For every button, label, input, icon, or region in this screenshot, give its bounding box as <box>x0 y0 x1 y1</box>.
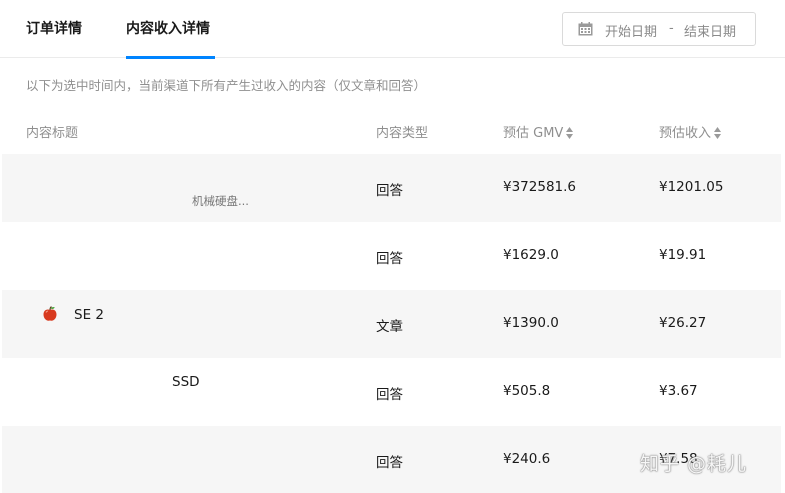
table-description: 以下为选中时间内，当前渠道下所有产生过收入的内容（仅文章和回答） <box>26 78 427 93</box>
sort-icon[interactable] <box>566 126 574 139</box>
tab-order-details[interactable]: 订单详情 <box>26 18 82 38</box>
estimated-income: ¥3.67 <box>659 383 698 399</box>
active-tab-indicator <box>126 56 215 59</box>
content-title[interactable]: 机械硬盘... <box>192 193 249 209</box>
end-date-placeholder[interactable]: 结束日期 <box>684 21 736 40</box>
estimated-gmv: ¥505.8 <box>503 383 551 399</box>
estimated-income: ¥1201.05 <box>659 179 724 195</box>
date-separator: - <box>669 21 674 36</box>
table-row[interactable]: SE 2 文章 ¥1390.0 ¥26.27 <box>2 290 781 358</box>
apple-icon <box>43 306 57 321</box>
zhihu-watermark: 知乎 @耗儿 <box>640 453 748 475</box>
column-header-title: 内容标题 <box>26 126 79 141</box>
content-type: 回答 <box>376 387 403 403</box>
estimated-gmv: ¥240.6 <box>503 451 551 467</box>
estimated-gmv: ¥1629.0 <box>503 247 559 263</box>
content-type: 回答 <box>376 455 403 471</box>
estimated-income: ¥19.91 <box>659 247 707 263</box>
estimated-gmv: ¥1390.0 <box>503 315 559 331</box>
tab-content-income-details[interactable]: 内容收入详情 <box>126 18 210 38</box>
estimated-income: ¥26.27 <box>659 315 707 331</box>
content-income-page: 订单详情 内容收入详情 开始日期 - 结束日期 以下为选中时间内，当前渠道下所有… <box>0 0 785 493</box>
date-range-picker[interactable]: 开始日期 - 结束日期 <box>562 12 756 46</box>
table-row[interactable]: 回答 ¥1629.0 ¥19.91 <box>2 222 781 290</box>
calendar-icon <box>578 22 593 36</box>
start-date-placeholder[interactable]: 开始日期 <box>605 21 657 40</box>
content-type: 回答 <box>376 251 403 267</box>
content-type: 文章 <box>376 319 403 335</box>
column-header-income-label: 预估收入 <box>659 126 712 141</box>
estimated-gmv: ¥372581.6 <box>503 179 577 195</box>
column-header-type: 内容类型 <box>376 126 429 141</box>
column-header-gmv[interactable]: 预估 GMV <box>503 122 574 141</box>
sort-icon[interactable] <box>714 126 722 139</box>
column-header-gmv-label: 预估 GMV <box>503 126 564 141</box>
column-header-income[interactable]: 预估收入 <box>659 122 722 141</box>
table-row[interactable]: SSD 回答 ¥505.8 ¥3.67 <box>2 358 781 426</box>
content-title[interactable]: SSD <box>172 374 200 390</box>
content-title-wrap[interactable]: SE 2 <box>42 306 104 323</box>
content-type: 回答 <box>376 183 403 199</box>
content-title[interactable]: SE 2 <box>74 307 104 323</box>
tab-bar: 订单详情 内容收入详情 开始日期 - 结束日期 <box>0 0 785 59</box>
table-row[interactable]: 机械硬盘... 回答 ¥372581.6 ¥1201.05 <box>2 154 781 222</box>
